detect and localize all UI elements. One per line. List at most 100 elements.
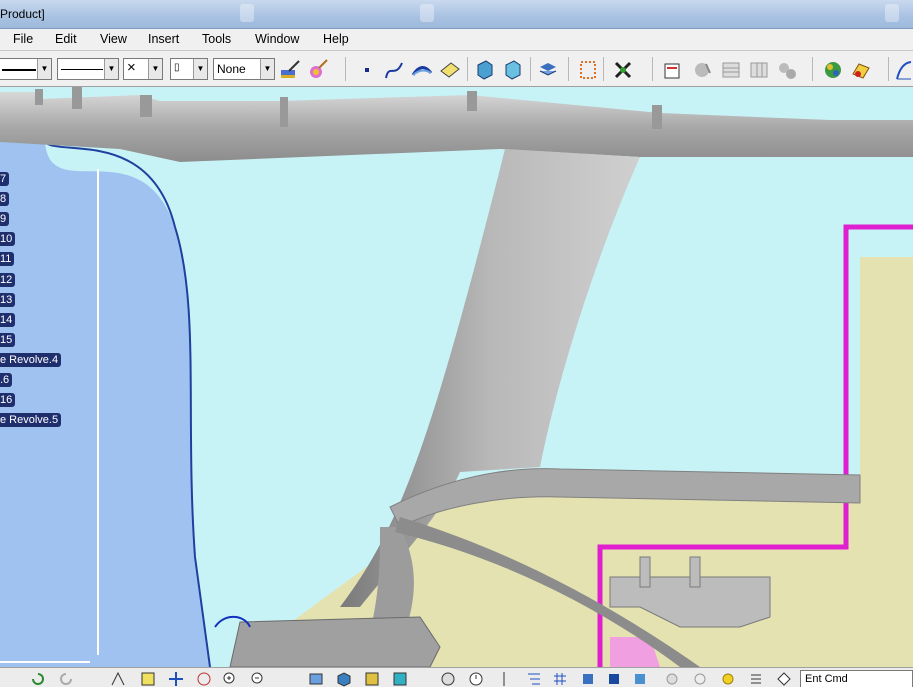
tree-node[interactable]: 16 [0, 393, 16, 407]
tree-node[interactable]: 14 [0, 313, 16, 327]
measure-icon[interactable] [440, 671, 456, 687]
zoom-in-icon[interactable] [222, 671, 238, 687]
light-icon[interactable] [664, 671, 680, 687]
line-weight-combo[interactable]: ▼ [0, 58, 52, 80]
top-beam [0, 92, 913, 162]
grid-icon[interactable] [577, 59, 599, 81]
toolbar-separator [530, 57, 531, 81]
title-glow [240, 4, 254, 22]
sphere-palette-icon[interactable] [307, 59, 329, 81]
layer-combo[interactable]: None ▼ [213, 58, 275, 80]
layer-value: None [217, 62, 246, 76]
transparency-combo[interactable]: ▯ ▼ [170, 58, 208, 80]
pan-icon[interactable] [168, 671, 184, 687]
toolbar-separator [345, 57, 346, 81]
tree-node[interactable]: 7 [0, 172, 10, 186]
tree-panel-area [0, 142, 210, 667]
properties-icon[interactable] [662, 59, 684, 81]
chevron-down-icon[interactable]: ▼ [260, 59, 274, 79]
tree-node[interactable]: 8 [0, 192, 10, 206]
normal-view-icon[interactable] [308, 671, 324, 687]
graphic-properties-toolbar: ▼ ▼ × ▼ ▯ ▼ None ▼ [0, 51, 913, 87]
tree-node-revolve[interactable]: e Revolve.5 [0, 413, 62, 427]
terrain-right [860, 257, 913, 507]
line-type-combo[interactable]: ▼ [57, 58, 119, 80]
line-type-preview [61, 69, 103, 70]
cube-icon[interactable] [580, 671, 596, 687]
beam-tab [467, 91, 477, 111]
tree-node[interactable]: .6 [0, 373, 13, 387]
catalog-part2-icon[interactable] [502, 59, 524, 81]
fixture-post [639, 556, 651, 588]
rotate-icon[interactable] [196, 671, 212, 687]
sketch-icon[interactable] [895, 59, 913, 81]
menu-view[interactable]: View [100, 32, 127, 46]
axis-icon[interactable] [496, 671, 512, 687]
fit-all-icon[interactable] [140, 671, 156, 687]
redo-icon[interactable] [58, 671, 74, 687]
fix-together-icon[interactable] [612, 59, 634, 81]
toolbar-separator [568, 57, 569, 81]
sun-icon[interactable] [720, 671, 736, 687]
painter-brush-icon[interactable] [279, 59, 301, 81]
tree-node[interactable]: 11 [0, 252, 15, 266]
fly-mode-icon[interactable] [110, 671, 126, 687]
table2-icon[interactable] [748, 59, 770, 81]
material-icon[interactable] [692, 671, 708, 687]
iso-view-icon[interactable] [336, 671, 352, 687]
toolbar-separator [467, 57, 468, 81]
render-icon[interactable] [850, 59, 872, 81]
catalog-part-icon[interactable] [474, 59, 496, 81]
grid-snap-icon[interactable] [552, 671, 568, 687]
toolbar-separator [812, 57, 813, 81]
surface-icon[interactable] [439, 59, 461, 81]
assembly-explode-icon[interactable] [538, 59, 560, 81]
title-glow [885, 4, 899, 22]
toolbar-separator [603, 57, 604, 81]
menu-bar: File Edit View Insert Tools Window Help [0, 29, 913, 51]
chevron-down-icon[interactable]: ▼ [37, 59, 51, 79]
point-type-combo[interactable]: × ▼ [123, 58, 163, 80]
shading-icon[interactable] [364, 671, 380, 687]
arc-icon[interactable] [411, 59, 433, 81]
window-title: Product] [0, 7, 45, 21]
menu-edit[interactable]: Edit [55, 32, 77, 46]
zoom-out-icon[interactable] [250, 671, 266, 687]
beam-tab [72, 87, 82, 109]
chevron-down-icon[interactable]: ▼ [148, 59, 162, 79]
3d-viewport[interactable]: 7 8 9 10 11 12 13 14 15 e Revolve.4 .6 1… [0, 87, 913, 667]
cube2-icon[interactable] [606, 671, 622, 687]
knowledge-icon[interactable] [692, 59, 714, 81]
list-icon[interactable] [748, 671, 764, 687]
command-input[interactable]: Ent Cmd [800, 670, 913, 687]
tree-expand-icon[interactable] [526, 671, 542, 687]
hide-show-icon[interactable] [392, 671, 408, 687]
menu-window[interactable]: Window [255, 32, 299, 46]
spline-icon[interactable] [383, 59, 405, 81]
model-geometry [0, 87, 913, 667]
tree-node[interactable]: 12 [0, 273, 16, 287]
tree-node-revolve[interactable]: e Revolve.4 [0, 353, 62, 367]
menu-file[interactable]: File [13, 32, 33, 46]
menu-tools[interactable]: Tools [202, 32, 231, 46]
chevron-down-icon[interactable]: ▼ [104, 59, 118, 79]
point-icon[interactable] [357, 59, 379, 81]
menu-help[interactable]: Help [323, 32, 349, 46]
gears-icon[interactable] [776, 59, 798, 81]
tree-node[interactable]: 15 [0, 333, 16, 347]
chevron-down-icon[interactable]: ▼ [193, 59, 207, 79]
cube3-icon[interactable] [632, 671, 648, 687]
tree-node[interactable]: 13 [0, 293, 16, 307]
diamond-icon[interactable] [776, 671, 792, 687]
tree-node[interactable]: 10 [0, 232, 16, 246]
undo-icon[interactable] [30, 671, 46, 687]
beam-tab [35, 89, 43, 105]
clock-icon[interactable] [468, 671, 484, 687]
menu-insert[interactable]: Insert [148, 32, 179, 46]
beam-tab [652, 105, 662, 129]
beam-tab [280, 97, 288, 127]
globe-icon[interactable] [822, 59, 844, 81]
line-weight-preview [2, 69, 36, 71]
table-icon[interactable] [720, 59, 742, 81]
tree-node[interactable]: 9 [0, 212, 10, 226]
